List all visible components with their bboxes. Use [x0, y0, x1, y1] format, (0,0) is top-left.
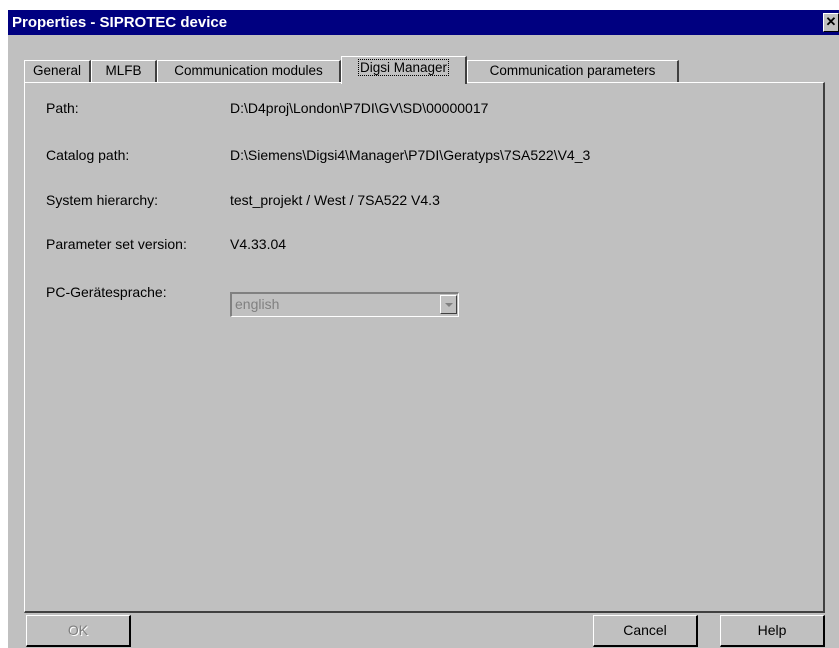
- pc-language-label: PC-Gerätesprache:: [46, 284, 167, 300]
- tab-communication-parameters-label: Communication parameters: [489, 63, 656, 78]
- tab-digsi-manager-label: Digsi Manager: [357, 59, 450, 76]
- system-hierarchy-label: System hierarchy:: [46, 192, 159, 208]
- cancel-button-label: Cancel: [623, 622, 667, 638]
- tab-general[interactable]: General: [24, 60, 91, 82]
- cancel-button[interactable]: Cancel: [593, 615, 698, 647]
- tab-communication-modules-label: Communication modules: [174, 63, 323, 78]
- help-button-label: Help: [757, 622, 787, 638]
- parameter-set-version-value: V4.33.04: [230, 236, 287, 252]
- ok-button[interactable]: OK: [26, 615, 131, 647]
- catalog-path-value: D:\Siemens\Digsi4\Manager\P7DI\Geratyps\…: [230, 147, 591, 163]
- parameter-set-version-label: Parameter set version:: [46, 236, 187, 252]
- tab-mlfb-label: MLFB: [105, 63, 142, 78]
- ok-button-label: OK: [67, 622, 89, 638]
- system-hierarchy-value: test_projekt / West / 7SA522 V4.3: [230, 192, 440, 208]
- tab-mlfb[interactable]: MLFB: [91, 60, 157, 82]
- catalog-path-label: Catalog path:: [46, 147, 130, 163]
- tab-general-label: General: [32, 63, 82, 78]
- close-icon: ✕: [825, 14, 837, 29]
- tab-digsi-manager[interactable]: Digsi Manager: [341, 56, 467, 84]
- help-button[interactable]: Help: [720, 615, 825, 647]
- path-value: D:\D4proj\London\P7DI\GV\SD\00000017: [230, 100, 489, 116]
- properties-dialog: Properties - SIPROTEC device ✕ General M…: [8, 10, 839, 648]
- path-label: Path:: [46, 100, 79, 116]
- window-title: Properties - SIPROTEC device: [12, 14, 228, 31]
- pc-language-selected-value: english: [235, 296, 280, 312]
- chevron-down-icon[interactable]: [440, 295, 457, 314]
- tab-communication-modules[interactable]: Communication modules: [157, 60, 341, 82]
- pc-language-dropdown[interactable]: english: [230, 292, 459, 317]
- title-bar[interactable]: Properties - SIPROTEC device ✕: [8, 10, 839, 35]
- close-button[interactable]: ✕: [823, 13, 839, 32]
- tab-communication-parameters[interactable]: Communication parameters: [467, 60, 679, 82]
